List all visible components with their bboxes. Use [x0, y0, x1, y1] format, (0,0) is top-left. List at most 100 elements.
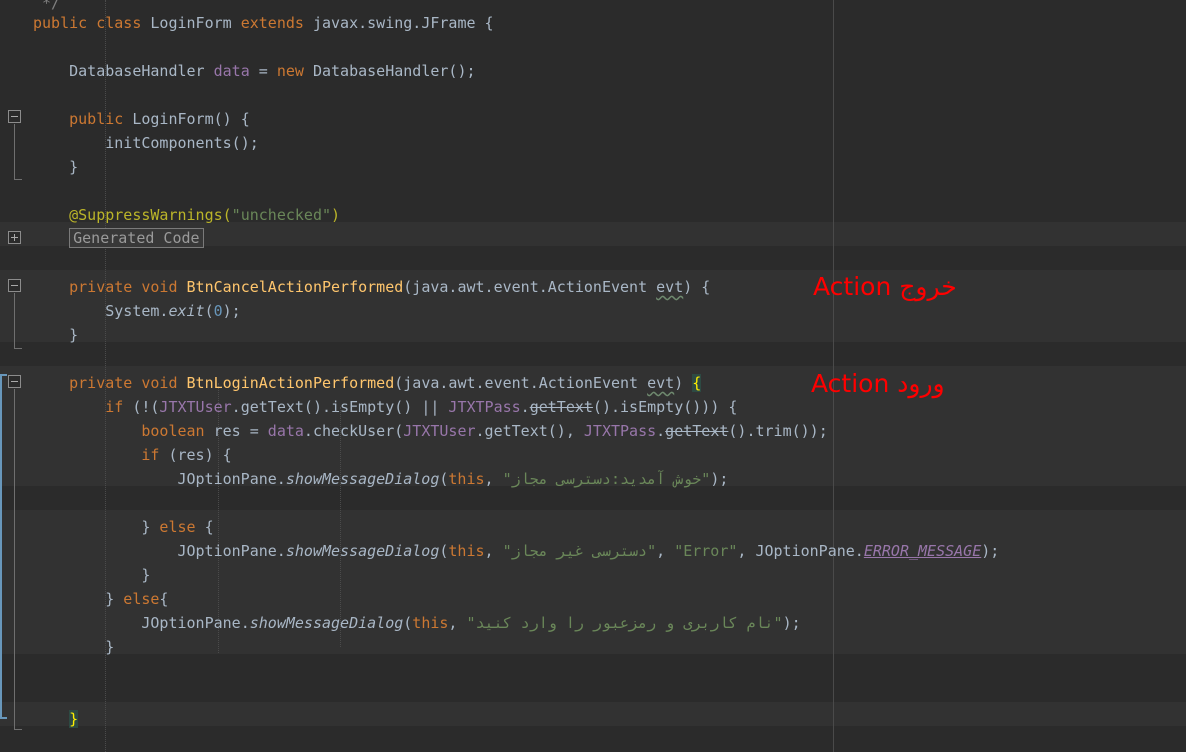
code-token-text: } — [141, 566, 151, 584]
code-token-brace: } — [69, 710, 79, 728]
code-line[interactable]: @SuppressWarnings("unchecked") — [33, 203, 340, 227]
code-token-param: evt — [656, 278, 684, 296]
code-token-field: JTXTPass — [583, 422, 657, 440]
code-line[interactable]: } — [33, 707, 79, 731]
code-token-text: , JOptionPane. — [737, 542, 864, 560]
code-token-meta: @SuppressWarnings( — [69, 206, 232, 224]
code-token-text: } — [105, 590, 124, 608]
code-token-deprecated: getText — [529, 398, 593, 416]
code-token-string: "Error" — [674, 542, 738, 560]
code-token-text: ); — [710, 470, 729, 488]
code-token-text: LoginForm() { — [132, 110, 250, 128]
code-line[interactable]: private void BtnCancelActionPerformed(ja… — [33, 275, 710, 299]
annotation-latin-text: Action — [811, 369, 890, 398]
code-token-keyword: if — [141, 446, 169, 464]
code-token-keyword: public — [33, 14, 97, 32]
code-token-text: . — [520, 398, 530, 416]
code-line[interactable]: Generated Code — [33, 227, 204, 251]
code-token-text: .checkUser( — [303, 422, 404, 440]
code-token-staticm: exit — [168, 302, 205, 320]
code-token-static: ERROR_MESSAGE — [863, 542, 982, 560]
code-token-keyword: else — [159, 518, 205, 536]
code-token-keyword: void — [141, 374, 187, 392]
code-token-keyword: private — [69, 374, 142, 392]
code-token-field: JTXTPass — [448, 398, 521, 416]
code-token-text: { — [159, 590, 169, 608]
code-token-keyword: if — [105, 398, 133, 416]
code-token-text: (!( — [132, 398, 160, 416]
code-line[interactable]: initComponents(); — [33, 131, 259, 155]
code-token-meta: ) — [331, 206, 341, 224]
annotation-latin-text: Action — [813, 272, 892, 301]
code-line[interactable]: JOptionPane.showMessageDialog(this, "نام… — [33, 611, 801, 635]
code-line[interactable]: } else { — [33, 515, 213, 539]
code-token-number: 0 — [213, 302, 223, 320]
code-token-staticm: showMessageDialog — [249, 614, 404, 632]
code-token-text: ( — [403, 614, 413, 632]
code-line[interactable]: DatabaseHandler data = new DatabaseHandl… — [33, 59, 476, 83]
code-line[interactable]: JOptionPane.showMessageDialog(this, "دست… — [33, 539, 999, 563]
annotation-persian-text: خروج — [899, 272, 957, 301]
code-token-text: .getText().isEmpty() — [231, 398, 422, 416]
code-token-text: javax.swing.JFrame { — [312, 14, 494, 32]
code-token-text: initComponents(); — [105, 134, 259, 152]
annotation-persian-text: ورود — [897, 369, 945, 398]
code-token-text: , — [484, 470, 503, 488]
code-token-text: ); — [222, 302, 241, 320]
code-editor-pane[interactable]: */public class LoginForm extends javax.s… — [0, 0, 1186, 752]
code-line[interactable]: System.exit(0); — [33, 299, 241, 323]
code-token-text: ().trim()); — [728, 422, 828, 440]
code-token-text: } — [141, 518, 160, 536]
code-line[interactable]: } — [33, 563, 150, 587]
code-text-layer[interactable]: */public class LoginForm extends javax.s… — [0, 0, 1186, 752]
code-token-brace: { — [692, 374, 702, 392]
code-line[interactable]: public LoginForm() { — [33, 107, 250, 131]
code-token-keyword: extends — [240, 14, 313, 32]
code-token-text: (java.awt.event.ActionEvent — [394, 374, 648, 392]
code-line[interactable]: } — [33, 323, 78, 347]
code-line[interactable]: } — [33, 155, 78, 179]
code-token-text: } — [105, 638, 115, 656]
code-token-staticm: showMessageDialog — [285, 470, 440, 488]
code-token-method: BtnCancelActionPerformed — [186, 278, 404, 296]
code-line[interactable]: } else{ — [33, 587, 168, 611]
code-line[interactable]: } — [33, 635, 114, 659]
code-token-text: . — [656, 422, 666, 440]
code-token-text: JOptionPane. — [177, 470, 286, 488]
code-line[interactable]: if (!(JTXTUser.getText().isEmpty() || JT… — [33, 395, 737, 419]
code-token-text: } — [69, 326, 79, 344]
code-token-text: JOptionPane. — [177, 542, 286, 560]
code-line[interactable]: private void BtnLoginActionPerformed(jav… — [33, 371, 702, 395]
code-token-text: ); — [981, 542, 1000, 560]
collapsed-fold-region[interactable]: Generated Code — [69, 228, 204, 248]
red-annotation-login-action-note: ورود Action — [811, 371, 945, 397]
code-token-method: BtnLoginActionPerformed — [186, 374, 395, 392]
code-token-text: ); — [782, 614, 801, 632]
code-token-text: = — [258, 62, 277, 80]
code-token-text: , — [448, 614, 467, 632]
code-token-text: (res) { — [168, 446, 232, 464]
code-token-text: DatabaseHandler — [69, 62, 214, 80]
code-token-text: , — [656, 542, 675, 560]
code-token-text: (java.awt.event.ActionEvent — [403, 278, 657, 296]
code-token-keyword: void — [141, 278, 187, 296]
code-token-keyword: public — [69, 110, 133, 128]
code-token-text: , — [484, 542, 503, 560]
code-token-deprecated: getText — [665, 422, 729, 440]
code-line[interactable]: public class LoginForm extends javax.swi… — [33, 11, 494, 35]
code-token-text: DatabaseHandler(); — [312, 62, 476, 80]
code-token-param: evt — [647, 374, 675, 392]
code-token-field: data — [267, 422, 304, 440]
code-token-string: "unchecked" — [231, 206, 332, 224]
code-token-field: JTXTUser — [403, 422, 476, 440]
code-line[interactable]: if (res) { — [33, 443, 232, 467]
code-token-string: "دسترسی غیر مجاز" — [502, 542, 657, 560]
code-line[interactable]: JOptionPane.showMessageDialog(this, "خوش… — [33, 467, 728, 491]
code-token-keyword: this — [448, 542, 485, 560]
code-line[interactable]: boolean res = data.checkUser(JTXTUser.ge… — [33, 419, 828, 443]
code-token-text: System. — [105, 302, 169, 320]
code-token-keyword: new — [276, 62, 313, 80]
code-token-text: ( — [204, 302, 214, 320]
code-token-staticm: showMessageDialog — [285, 542, 440, 560]
code-token-keyword: class — [96, 14, 151, 32]
